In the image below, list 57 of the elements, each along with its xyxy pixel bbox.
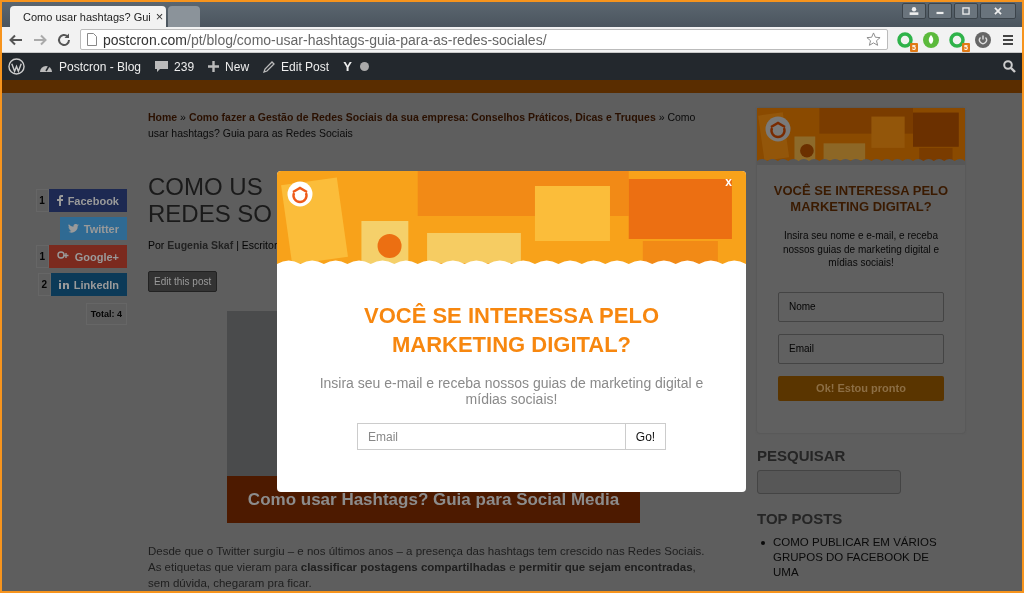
ring-icon[interactable] bbox=[896, 30, 914, 49]
share-button[interactable]: Google+ bbox=[48, 245, 127, 268]
page-icon bbox=[87, 33, 97, 46]
share-total: Total: 4 bbox=[85, 303, 127, 325]
linkedin-icon bbox=[58, 280, 69, 289]
modal-title: VOCÊ SE INTERESSA PELO MARKETING DIGITAL? bbox=[363, 302, 660, 359]
close-icon[interactable] bbox=[980, 3, 1016, 19]
share-count: 1 bbox=[35, 245, 49, 268]
section-heading: TOP POSTS bbox=[757, 509, 844, 527]
browser-tab[interactable]: Como usar hashtags? Gui × bbox=[10, 6, 166, 27]
address-bar[interactable]: postcron.com/pt/blog/como-usar-hashtags-guia-para-as-redes-sociales/ bbox=[80, 29, 888, 50]
facebook-icon bbox=[56, 195, 63, 206]
share-count: 1 bbox=[35, 189, 49, 212]
breadcrumb-link[interactable]: Home bbox=[148, 111, 178, 123]
top-post-link[interactable]: COMO PUBLICAR EM VÁRIOS GRUPOS DO FACEBOOK DE UMA bbox=[757, 534, 957, 580]
comment-icon bbox=[155, 60, 169, 73]
search-icon[interactable] bbox=[1003, 60, 1016, 73]
go-button[interactable]: Go! bbox=[626, 423, 666, 450]
restore-icon[interactable] bbox=[954, 3, 978, 19]
byline: Por Eugenia Skaf | Escritor bbox=[148, 239, 279, 251]
close-button[interactable]: x bbox=[719, 174, 738, 190]
share-button[interactable]: Facebook bbox=[48, 189, 127, 212]
search-field[interactable] bbox=[757, 469, 901, 494]
name-field[interactable]: Nome bbox=[778, 291, 944, 322]
share-count: 2 bbox=[37, 273, 51, 296]
widget-text: Insira seu nome e e-mail, e receba nossos guias de marketing digital e mídias sociais! bbox=[781, 229, 941, 270]
seo-link[interactable]: Y bbox=[343, 59, 369, 74]
user-icon[interactable] bbox=[902, 3, 926, 19]
ring-icon[interactable] bbox=[948, 30, 966, 49]
edit-post-link[interactable]: Edit Post bbox=[263, 59, 330, 74]
wordpress-icon[interactable] bbox=[8, 58, 25, 75]
status-dot-icon bbox=[359, 62, 369, 71]
breadcrumb: Home » Como fazer a Gestão de Redes Sociais da sua empresa: Conselhos Práticos, Dicas e Truques » Como usar hashtags? Guia para as Redes Sociais bbox=[148, 110, 697, 141]
close-tab-icon[interactable]: × bbox=[155, 9, 164, 24]
reload-icon[interactable] bbox=[56, 31, 72, 48]
bird-icon bbox=[67, 224, 79, 233]
post-title: COMO US bbox=[148, 173, 263, 200]
edit-post-button[interactable]: Edit this post bbox=[148, 271, 218, 292]
breadcrumb-link[interactable]: Como fazer a Gestão de Redes Sociais da sua empresa: Conselhos Práticos, Dicas e Truques bbox=[188, 111, 656, 123]
star-icon[interactable] bbox=[866, 32, 881, 47]
logo-icon bbox=[287, 181, 313, 207]
section-heading: PESQUISAR bbox=[757, 446, 847, 464]
site-link[interactable]: Postcron - Blog bbox=[39, 59, 142, 74]
tab-title: Como usar hashtags? Gui bbox=[23, 10, 151, 23]
plus-icon bbox=[208, 61, 220, 72]
post-title: REDES SO bbox=[148, 200, 273, 227]
logo-icon bbox=[765, 116, 791, 142]
comments-link[interactable]: 239 bbox=[155, 59, 195, 74]
pencil-icon bbox=[263, 60, 276, 73]
widget-title: VOCÊ SE INTERESSA PELO MARKETING DIGITAL? bbox=[772, 183, 950, 215]
new-link[interactable]: New bbox=[208, 59, 250, 74]
email-field[interactable]: Email bbox=[778, 333, 944, 364]
minimize-icon[interactable] bbox=[928, 3, 952, 19]
power-icon[interactable] bbox=[974, 30, 992, 49]
google-plus-icon bbox=[56, 251, 70, 262]
modal-text: Insira seu e-mail e receba nossos guias de marketing digital e mídias sociais! bbox=[318, 375, 705, 407]
share-button[interactable]: LinkedIn bbox=[50, 273, 127, 296]
